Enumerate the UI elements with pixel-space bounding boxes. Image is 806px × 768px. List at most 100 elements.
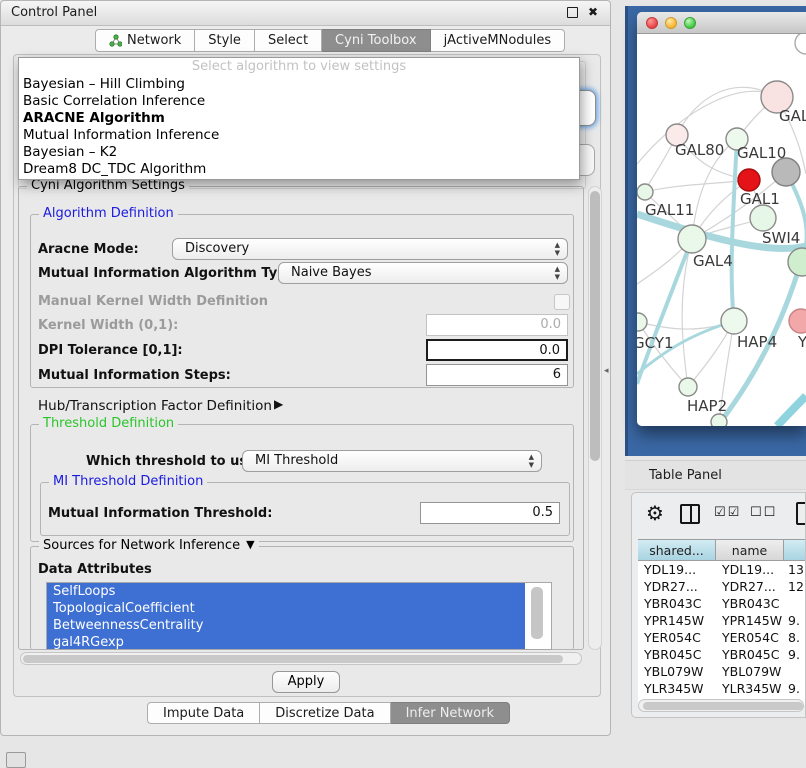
network-window-titlebar[interactable] (637, 12, 806, 34)
mi-steps-field[interactable]: 6 (426, 364, 568, 386)
table-row[interactable]: YBR043C YBR043C (638, 595, 806, 612)
dropdown-item[interactable]: Bayesian – K2 (19, 144, 579, 161)
minimize-traffic-light-icon[interactable] (665, 17, 677, 29)
combo-arrows-icon: ▲▼ (555, 241, 560, 257)
dropdown-item[interactable]: Bayesian – Hill Climbing (19, 76, 579, 93)
table-row[interactable]: YDR27... YDR27... 12 (638, 578, 806, 595)
network-node-gcy1[interactable] (637, 313, 647, 331)
zoom-traffic-light-icon[interactable] (684, 17, 696, 29)
dropdown-placeholder: Select algorithm to view settings (19, 58, 579, 76)
network-node-hap2[interactable] (679, 378, 697, 396)
table-row[interactable]: YBR045C YBR045C 9. (638, 646, 806, 663)
node-label: SWI4 (762, 229, 800, 247)
data-attributes-list[interactable]: SelfLoops TopologicalCoefficient Between… (46, 582, 552, 650)
cyni-bottom-tabbar: Impute Data Discretize Data Infer Networ… (147, 702, 510, 724)
table-horizontal-scrollbar-thumb[interactable] (643, 702, 803, 710)
table-panel: ⚙ ☑☑ ☐☐ shared... name YDL19... YDL19...… (631, 492, 806, 718)
dpi-tolerance-field[interactable]: 0.0 (426, 339, 568, 361)
network-node-gal4[interactable] (678, 225, 706, 253)
column-header-shared-name[interactable]: shared... (638, 539, 716, 561)
network-icon (109, 34, 122, 47)
dpi-tolerance-label: DPI Tolerance [0,1]: (38, 343, 183, 358)
network-node-labels: GAL GAL80 GAL10 GAL11 GAL1 SWI4 GAL4 GCY… (637, 107, 806, 415)
network-node-gal11[interactable] (637, 184, 653, 200)
hub-definition-label: Hub/Transcription Factor Definition (38, 398, 272, 414)
tab-cyni-toolbox[interactable]: Cyni Toolbox (322, 29, 431, 52)
gear-icon[interactable]: ⚙ (646, 501, 664, 525)
aracne-mode-combobox[interactable]: Discovery ▲▼ (172, 238, 568, 260)
list-item[interactable]: BetweennessCentrality (47, 617, 525, 634)
float-window-icon[interactable] (567, 7, 578, 18)
network-canvas[interactable]: GAL GAL80 GAL10 GAL11 GAL1 SWI4 GAL4 GCY… (637, 34, 806, 426)
panel-divider-handle[interactable]: ◂ (604, 366, 609, 376)
sources-collapse-icon[interactable]: ▼ (246, 538, 254, 553)
which-threshold-label: Which threshold to use: (86, 454, 261, 469)
network-node-red[interactable] (738, 169, 760, 191)
list-item[interactable]: gal4RGexp (47, 634, 525, 650)
table-row[interactable]: YBL079W YBL079W (638, 663, 806, 680)
table-row[interactable]: YDL19... YDL19... 13 (638, 561, 806, 578)
columns-icon[interactable] (680, 504, 700, 524)
algorithm-definition-title: Algorithm Definition (39, 206, 178, 221)
network-node-gray[interactable] (772, 158, 800, 186)
node-label: Y (797, 333, 806, 351)
tab-discretize-data[interactable]: Discretize Data (260, 702, 390, 724)
table-row[interactable]: YPR145W YPR145W 9. (638, 612, 806, 629)
network-node-gal1[interactable] (750, 205, 776, 231)
list-scrollbar-thumb[interactable] (531, 587, 543, 639)
network-node[interactable] (795, 34, 806, 54)
list-item[interactable]: SelfLoops (47, 583, 525, 600)
tab-jactivemnodules[interactable]: jActiveMNodules (431, 29, 566, 52)
mi-algorithm-type-combobox[interactable]: Naive Bayes ▲▼ (278, 262, 568, 284)
node-label: HAP4 (737, 333, 777, 351)
kernel-width-label: Kernel Width (0,1): (38, 318, 178, 333)
close-traffic-light-icon[interactable] (646, 17, 658, 29)
data-attributes-label: Data Attributes (38, 562, 152, 577)
network-node-green-right[interactable] (788, 248, 806, 276)
node-label: HAP2 (687, 397, 727, 415)
table-row[interactable]: YER054C YER054C 8. (638, 629, 806, 646)
collapsed-panel-stub[interactable] (6, 752, 26, 768)
list-item[interactable]: TopologicalCoefficient (47, 600, 525, 617)
settings-vertical-scrollbar-thumb[interactable] (590, 191, 600, 461)
network-node-hap4[interactable] (721, 308, 747, 334)
node-label: GAL11 (645, 201, 694, 219)
dropdown-item-selected[interactable]: ARACNE Algorithm (19, 110, 579, 127)
tab-select[interactable]: Select (255, 29, 322, 52)
apply-button[interactable]: Apply (272, 671, 340, 693)
settings-horizontal-scrollbar[interactable] (20, 652, 582, 665)
select-all-checkboxes-icon[interactable]: ☑☑ (714, 505, 741, 520)
tab-style[interactable]: Style (195, 29, 255, 52)
table-horizontal-scrollbar[interactable] (638, 699, 804, 712)
column-header-name[interactable]: name (716, 539, 784, 561)
dropdown-item[interactable]: Dream8 DC_TDC Algorithm (19, 161, 579, 178)
mi-threshold-field[interactable]: 0.5 (420, 502, 560, 524)
dropdown-item[interactable]: Mutual Information Inference (19, 127, 579, 144)
settings-horizontal-scrollbar-thumb[interactable] (23, 655, 563, 663)
network-window[interactable]: GAL GAL80 GAL10 GAL11 GAL1 SWI4 GAL4 GCY… (637, 12, 806, 426)
network-node[interactable] (711, 414, 727, 426)
deselect-all-checkboxes-icon[interactable]: ☐☐ (750, 505, 777, 520)
manual-kernel-width-checkbox[interactable] (554, 294, 570, 310)
hub-expand-icon[interactable]: ▶ (274, 397, 283, 411)
export-table-icon[interactable] (796, 502, 806, 525)
manual-kernel-width-label: Manual Kernel Width Definition (38, 294, 268, 309)
column-header-partial[interactable] (784, 539, 806, 561)
tab-infer-network[interactable]: Infer Network (391, 702, 510, 724)
close-icon[interactable]: ✖ (588, 6, 598, 18)
mi-algorithm-type-label: Mutual Information Algorithm Type: (38, 266, 301, 281)
network-node-pink[interactable] (789, 309, 806, 333)
tab-impute-data[interactable]: Impute Data (147, 702, 260, 724)
cyni-algorithm-settings-title: Cyni Algorithm Settings (27, 178, 189, 193)
tab-network[interactable]: Network (95, 29, 195, 52)
network-view-frame: GAL GAL80 GAL10 GAL11 GAL1 SWI4 GAL4 GCY… (625, 6, 806, 456)
control-panel-titlebar[interactable]: Control Panel ✖ (1, 1, 610, 26)
node-label: GAL1 (740, 190, 780, 208)
node-label: GAL (779, 107, 806, 125)
table-row[interactable]: YLR345W YLR345W 9. (638, 680, 806, 697)
which-threshold-combobox[interactable]: MI Threshold ▲▼ (242, 450, 542, 472)
mi-threshold-label: Mutual Information Threshold: (48, 506, 272, 521)
dropdown-item[interactable]: Basic Correlation Inference (19, 93, 579, 110)
kernel-width-field[interactable]: 0.0 (426, 314, 568, 336)
settings-vertical-scrollbar[interactable] (588, 186, 602, 650)
